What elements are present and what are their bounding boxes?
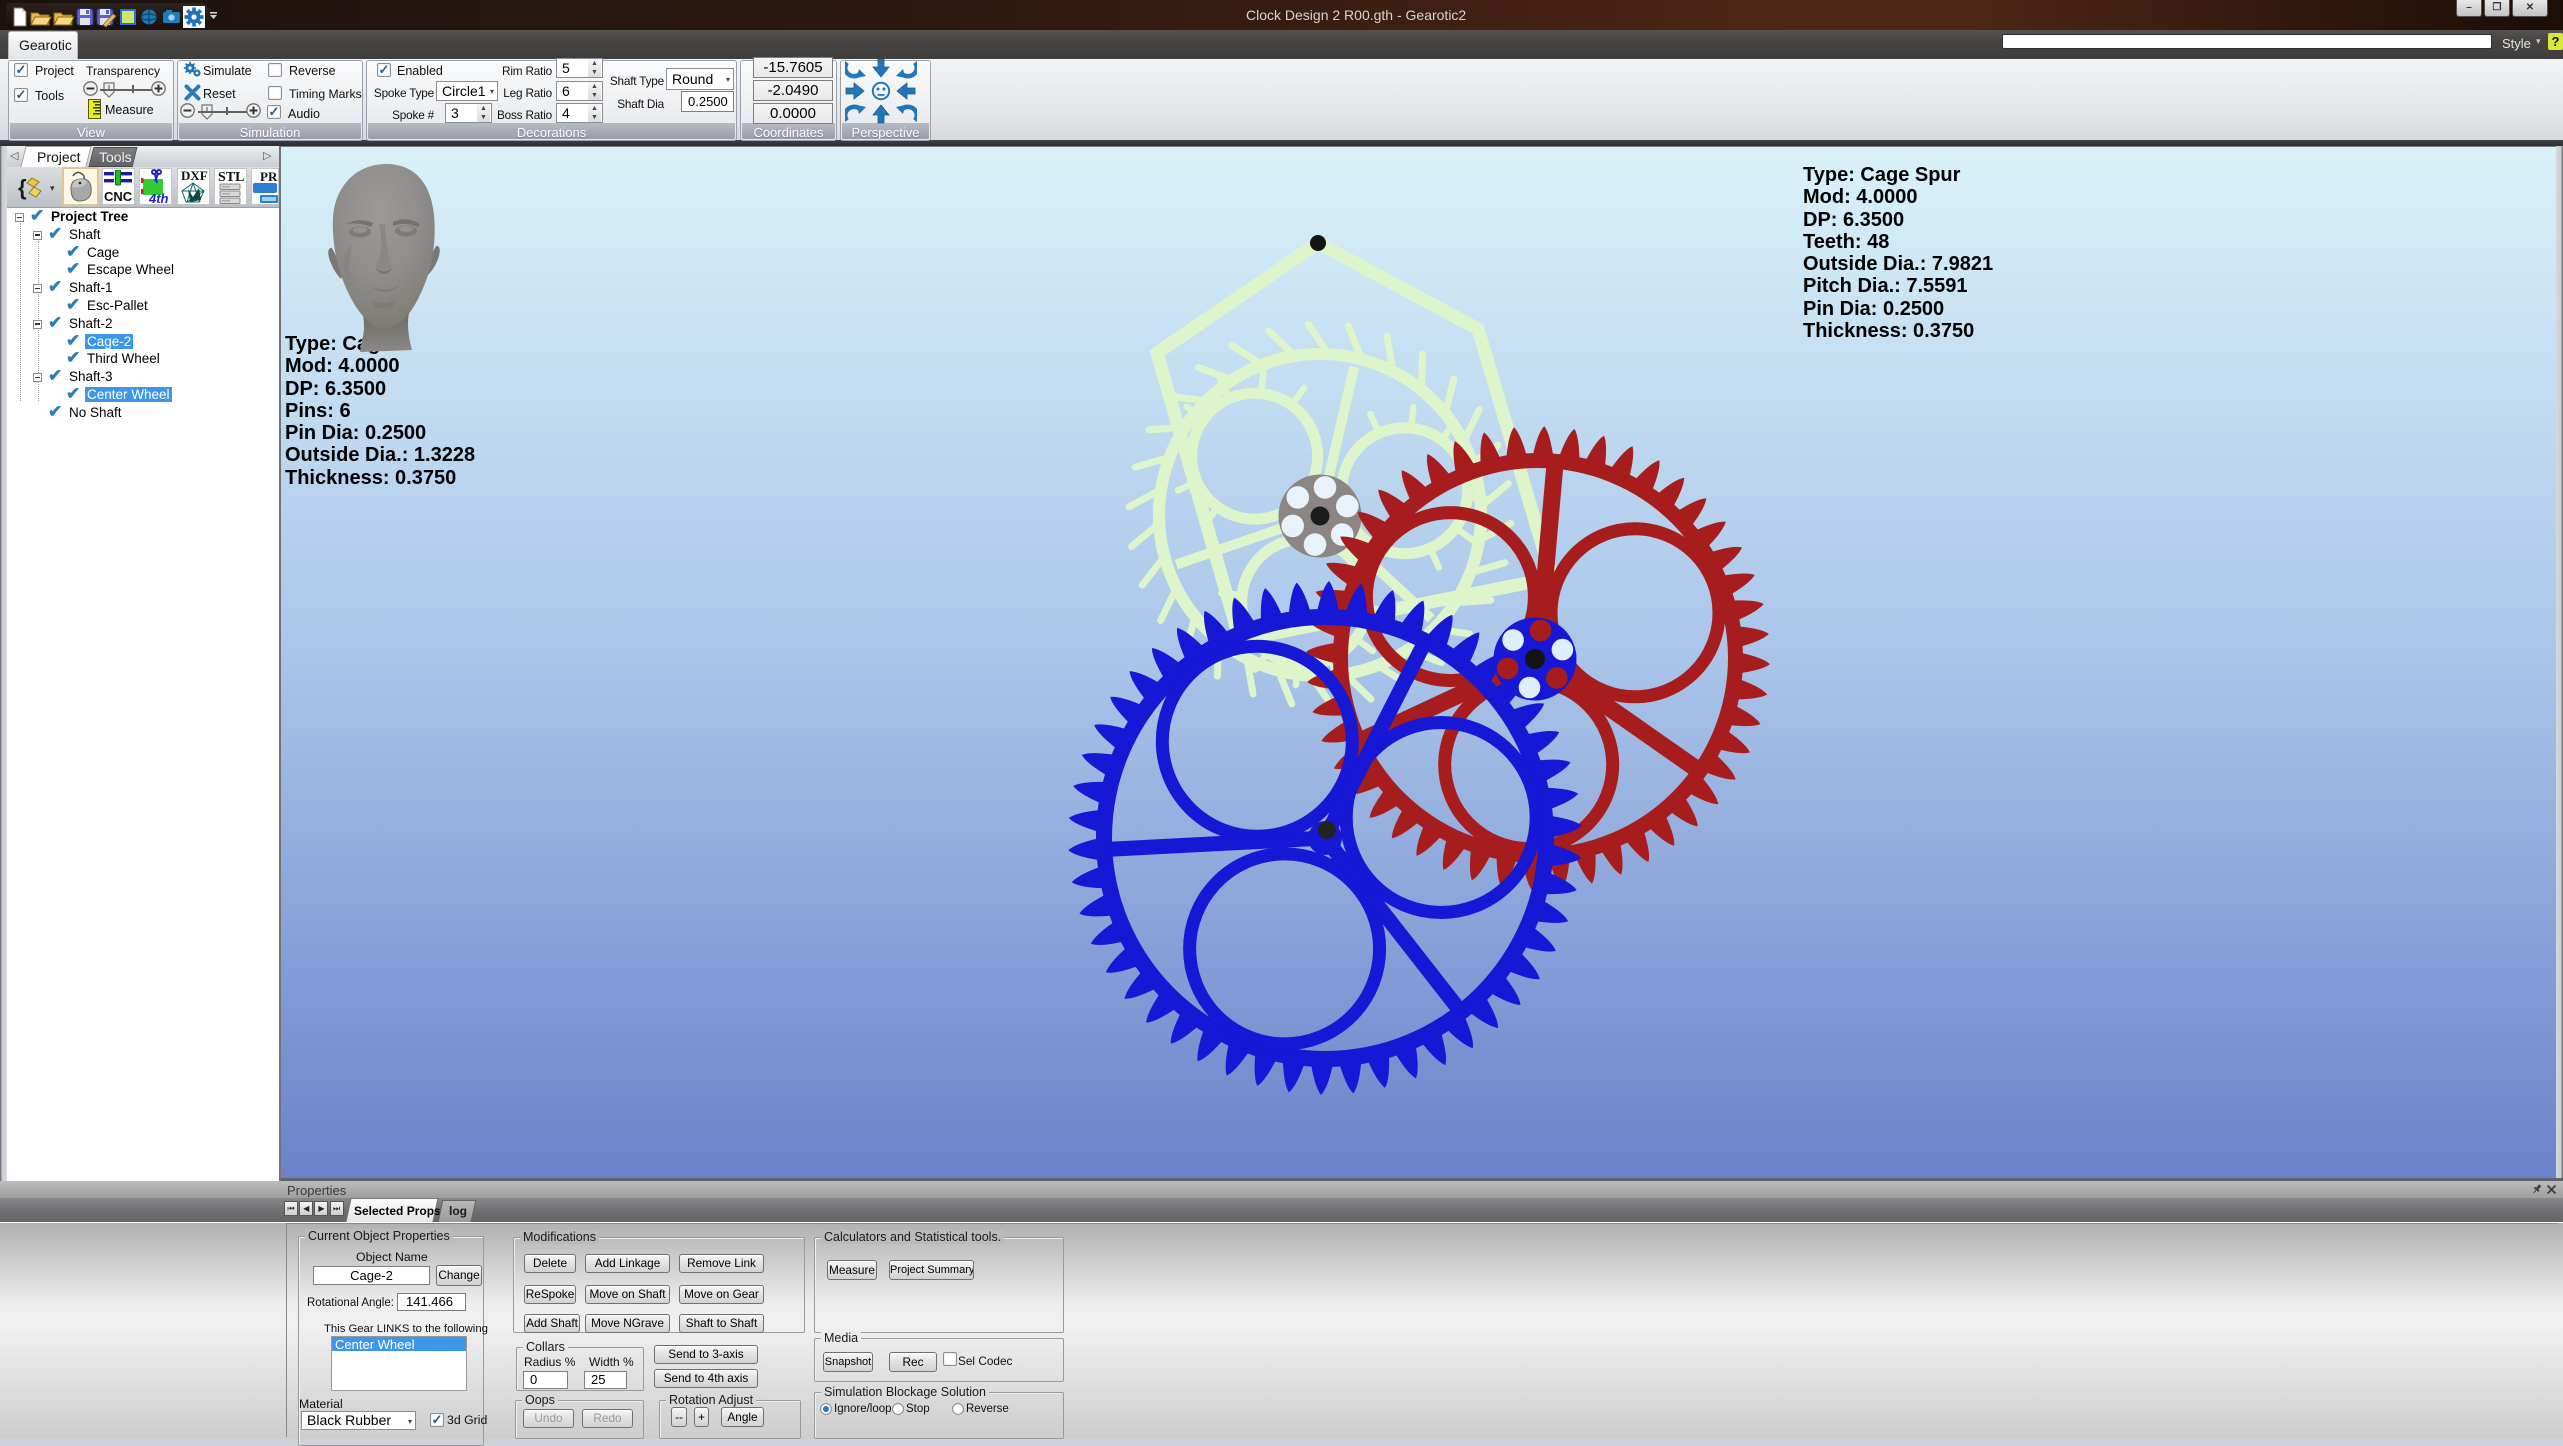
svg-text:PR: PR	[260, 169, 278, 184]
svg-text:DXF: DXF	[181, 169, 208, 183]
svg-text:4th: 4th	[148, 191, 169, 205]
svg-text:{: {	[18, 175, 27, 200]
svg-text:STL: STL	[218, 170, 244, 185]
